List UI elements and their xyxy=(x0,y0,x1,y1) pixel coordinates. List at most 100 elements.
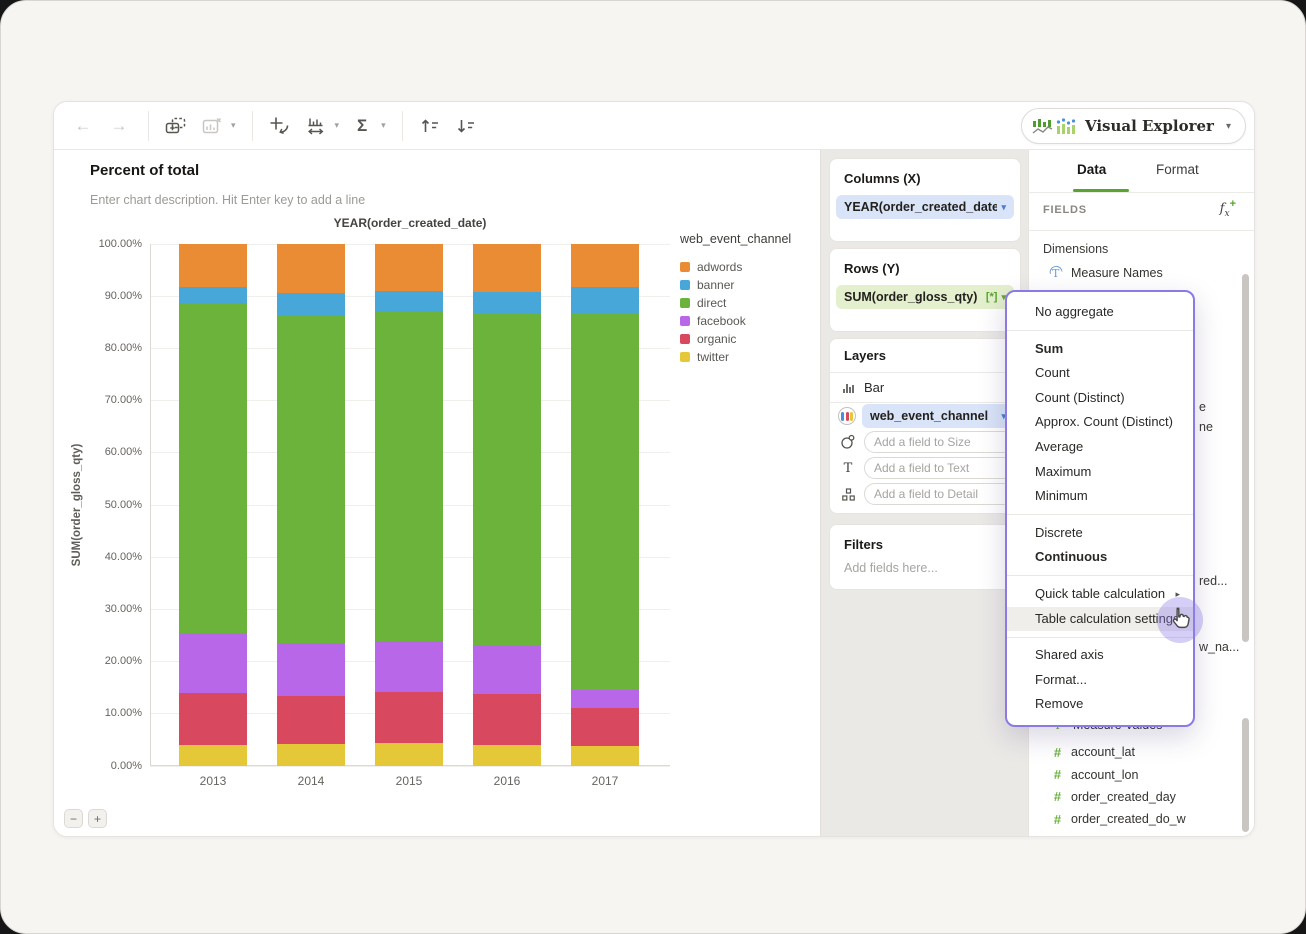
dimension-item-measure-names[interactable]: T Measure Names xyxy=(1029,262,1254,284)
chart-title[interactable]: Percent of total xyxy=(90,162,199,179)
measure-item-clipped[interactable]: # xyxy=(1029,831,1254,836)
bar-segment-2013-twitter[interactable] xyxy=(179,745,247,766)
add-calculated-field-button[interactable]: fx+ xyxy=(1220,198,1236,219)
menu-item-discrete[interactable]: Discrete xyxy=(1007,521,1193,546)
bar-segment-2014-organic[interactable] xyxy=(277,696,345,744)
menu-item-remove[interactable]: Remove xyxy=(1007,692,1193,717)
menu-item-sum[interactable]: Sum xyxy=(1007,337,1193,362)
columns-pill-year-order-created-date[interactable]: YEAR(order_created_date) ▾ xyxy=(836,195,1014,219)
bar-segment-2017-facebook[interactable] xyxy=(571,690,639,709)
menu-item-no-aggregate[interactable]: No aggregate xyxy=(1007,300,1193,325)
menu-item-quick-table-calculation[interactable]: Quick table calculation ▸ xyxy=(1007,582,1193,607)
legend-item-organic[interactable]: organic xyxy=(680,330,791,348)
measure-item-order_created_day[interactable]: # order_created_day xyxy=(1029,786,1254,808)
bar-segment-2015-twitter[interactable] xyxy=(375,742,443,766)
duplicate-chart-icon[interactable] xyxy=(161,111,191,141)
menu-item-approx-count-distinct[interactable]: Approx. Count (Distinct) xyxy=(1007,410,1193,435)
visual-explorer-switcher[interactable]: Visual Explorer ▾ xyxy=(1020,108,1246,144)
sort-descending-icon[interactable] xyxy=(451,111,481,141)
swap-axes-icon[interactable] xyxy=(265,111,295,141)
bar-segment-2016-direct[interactable] xyxy=(473,313,541,645)
bar-segment-2014-direct[interactable] xyxy=(277,315,345,643)
chevron-down-icon[interactable]: ▾ xyxy=(335,120,340,131)
bar-segment-2016-twitter[interactable] xyxy=(473,745,541,766)
measure-item-account_lat[interactable]: # account_lat xyxy=(1029,741,1254,763)
rows-pill-sum-order-gloss-qty[interactable]: SUM(order_gloss_qty) [*] ▾ xyxy=(836,285,1014,309)
menu-item-table-calculation-settings[interactable]: Table calculation settings xyxy=(1007,606,1193,632)
bar-segment-2017-organic[interactable] xyxy=(571,708,639,746)
bar-segment-2015-organic[interactable] xyxy=(375,691,443,743)
x-tick-label: 2014 xyxy=(297,774,325,788)
measures-scrollbar[interactable] xyxy=(1242,718,1249,832)
chevron-down-icon[interactable]: ▾ xyxy=(231,120,236,131)
field-label: order_created_day xyxy=(1071,789,1176,804)
menu-item-shared-axis[interactable]: Shared axis xyxy=(1007,643,1193,668)
bar-segment-2015-direct[interactable] xyxy=(375,311,443,642)
size-field-slot[interactable]: Add a field to Size xyxy=(864,431,1014,453)
toolbar-divider xyxy=(148,110,149,141)
bar-segment-2014-facebook[interactable] xyxy=(277,642,345,697)
bar-segment-2016-organic[interactable] xyxy=(473,693,541,746)
chevron-down-icon[interactable]: ▾ xyxy=(1001,202,1006,213)
bar-segment-2014-banner[interactable] xyxy=(277,293,345,315)
bar-segment-2013-organic[interactable] xyxy=(179,693,247,746)
sidebar-scrollbar[interactable] xyxy=(1242,274,1249,642)
chevron-down-icon[interactable]: ▾ xyxy=(381,120,386,131)
bar-segment-2015-facebook[interactable] xyxy=(375,641,443,692)
bar-segment-2017-twitter[interactable] xyxy=(571,745,639,766)
legend-item-direct[interactable]: direct xyxy=(680,294,791,312)
bar-segment-2014-twitter[interactable] xyxy=(277,743,345,766)
bar-segment-2017-adwords[interactable] xyxy=(571,244,639,288)
menu-item-continuous[interactable]: Continuous xyxy=(1007,545,1193,570)
text-field-slot[interactable]: Add a field to Text xyxy=(864,457,1014,479)
detail-field-slot[interactable]: Add a field to Detail xyxy=(864,483,1014,505)
bar-segment-2013-banner[interactable] xyxy=(179,286,247,304)
legend-item-banner[interactable]: banner xyxy=(680,276,791,294)
aggregate-sigma-icon[interactable]: Σ xyxy=(347,111,377,141)
bar-segment-2014-adwords[interactable] xyxy=(277,244,345,294)
menu-item-count-distinct[interactable]: Count (Distinct) xyxy=(1007,386,1193,411)
bar-segment-2016-adwords[interactable] xyxy=(473,244,541,293)
color-pill-web-event-channel[interactable]: web_event_channel ▾ xyxy=(862,404,1014,428)
bar-size-icon[interactable] xyxy=(301,111,331,141)
bar-segment-2016-banner[interactable] xyxy=(473,292,541,314)
chart-description-input[interactable]: Enter chart description. Hit Enter key t… xyxy=(90,193,365,207)
zoom-in-button[interactable]: + xyxy=(88,809,107,828)
bar-segment-2016-facebook[interactable] xyxy=(473,644,541,694)
bar-segment-2017-banner[interactable] xyxy=(571,287,639,313)
plot-area[interactable] xyxy=(150,243,670,767)
tab-format[interactable]: Format xyxy=(1156,162,1199,177)
measure-item-order_created_do_w[interactable]: # order_created_do_w xyxy=(1029,808,1254,830)
filters-drop-zone[interactable]: Add fields here... xyxy=(844,561,1006,575)
size-encoding-row: Add a field to Size xyxy=(830,429,1020,455)
legend-swatch-icon xyxy=(680,352,690,362)
bar-chart-icon xyxy=(843,383,854,393)
fields-header: FIELDS xyxy=(1043,204,1087,216)
menu-item-count[interactable]: Count xyxy=(1007,361,1193,386)
redo-forward-button[interactable]: → xyxy=(104,111,134,141)
measure-item-account_lon[interactable]: # account_lon xyxy=(1029,764,1254,786)
sort-ascending-icon[interactable] xyxy=(415,111,445,141)
menu-item-minimum[interactable]: Minimum xyxy=(1007,484,1193,509)
legend-item-facebook[interactable]: facebook xyxy=(680,312,791,330)
legend-item-twitter[interactable]: twitter xyxy=(680,348,791,366)
obscured-field-fragment: e xyxy=(1199,400,1206,414)
menu-item-format[interactable]: Format... xyxy=(1007,668,1193,693)
layer-mark-type[interactable]: Bar xyxy=(830,373,1020,403)
menu-item-average[interactable]: Average xyxy=(1007,435,1193,460)
number-icon: # xyxy=(1053,744,1062,760)
bar-segment-2013-facebook[interactable] xyxy=(179,632,247,694)
remove-chart-icon[interactable] xyxy=(197,111,227,141)
menu-item-maximum[interactable]: Maximum xyxy=(1007,460,1193,485)
undo-back-button[interactable]: ← xyxy=(68,111,98,141)
legend-item-adwords[interactable]: adwords xyxy=(680,258,791,276)
bar-segment-2017-direct[interactable] xyxy=(571,312,639,691)
field-label: account_lon xyxy=(1071,767,1139,782)
bar-segment-2013-direct[interactable] xyxy=(179,303,247,633)
menu-divider xyxy=(1007,575,1193,577)
bar-segment-2013-adwords[interactable] xyxy=(179,244,247,287)
zoom-out-button[interactable]: − xyxy=(64,809,83,828)
bar-segment-2015-adwords[interactable] xyxy=(375,244,443,291)
bar-segment-2015-banner[interactable] xyxy=(375,291,443,312)
tab-data[interactable]: Data xyxy=(1077,162,1106,177)
